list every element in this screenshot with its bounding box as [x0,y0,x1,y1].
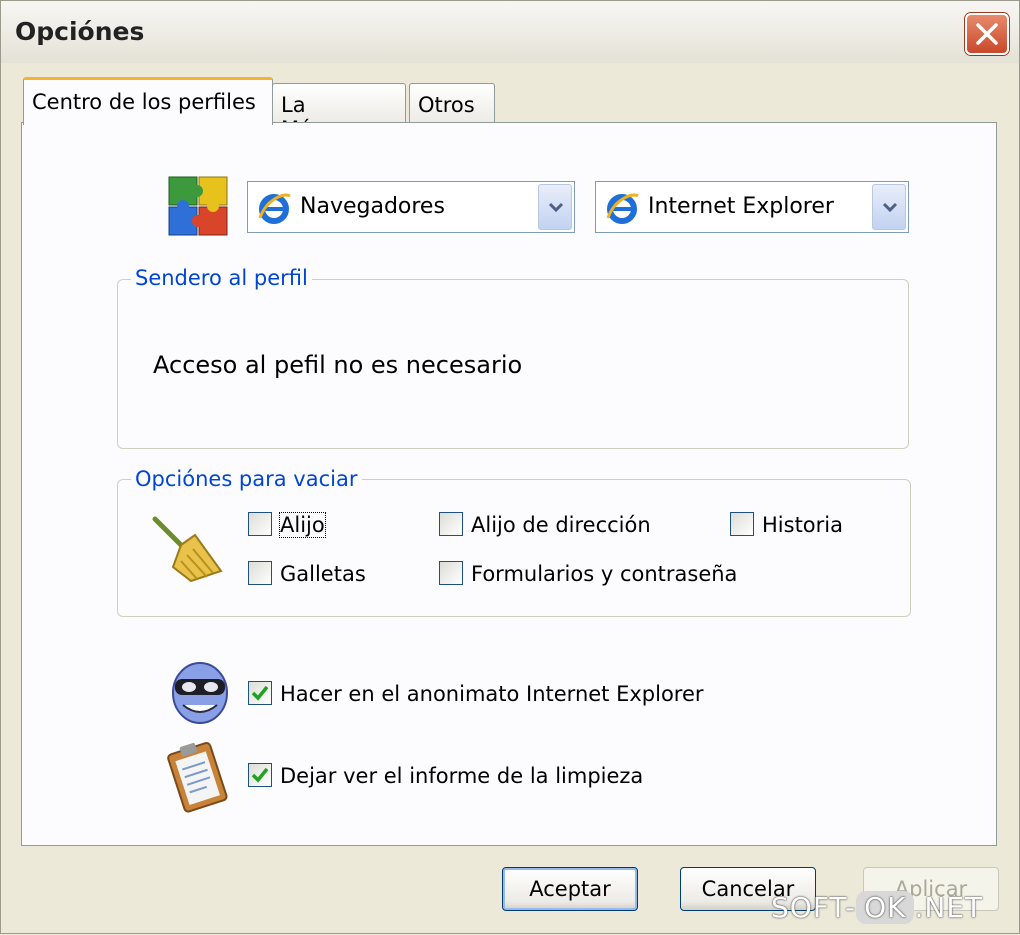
profile-path-text: Acceso al pefil no es necesario [153,351,523,379]
category-select[interactable]: Navegadores [247,181,575,233]
checkbox-alijo[interactable] [248,512,272,536]
chevron-down-icon [548,202,564,213]
dropdown-button[interactable] [872,184,906,230]
ie-icon [606,193,639,224]
checkbox-formularios[interactable] [439,561,463,585]
watermark-left: SOFT- [771,891,857,924]
clean-options-group [117,479,911,617]
checkbox-label-formularios[interactable]: Formularios y contraseña [471,562,737,586]
dropdown-button[interactable] [538,184,572,230]
checkbox-label-alijo[interactable]: Alijo [279,512,326,538]
broom-icon [152,516,223,583]
checkbox-galletas[interactable] [248,561,272,585]
browser-select[interactable]: Internet Explorer [595,181,909,233]
checkbox-report[interactable] [248,763,272,787]
clipboard-icon [167,741,228,813]
options-dialog: Opciónes Centro de los perfiles La Másca… [0,0,1020,934]
profile-path-legend: Sendero al perfil [131,266,312,290]
checkbox-label-historia[interactable]: Historia [762,513,843,537]
checkbox-anonymous[interactable] [248,681,272,705]
clean-options-legend: Opciónes para vaciar [131,467,362,491]
browser-value: Internet Explorer [648,194,834,219]
checkbox-label-galletas[interactable]: Galletas [280,562,366,586]
watermark-right: .NET [914,891,984,924]
report-label[interactable]: Dejar ver el informe de la limpieza [280,764,643,788]
mask-icon [172,662,228,724]
checkbox-label-alijo-direccion[interactable]: Alijo de dirección [471,513,651,537]
puzzle-icon [168,176,228,236]
category-value: Navegadores [300,194,445,219]
checkbox-alijo-direccion[interactable] [439,512,463,536]
checkmark-icon [251,685,269,701]
anonymous-label[interactable]: Hacer en el anonimato Internet Explorer [280,682,704,706]
watermark: SOFT- OK .NET [771,891,983,924]
checkbox-historia[interactable] [730,512,754,536]
ie-icon [258,193,291,224]
chevron-down-icon [882,202,898,213]
watermark-mid: OK [856,891,915,924]
checkmark-icon [251,767,269,783]
